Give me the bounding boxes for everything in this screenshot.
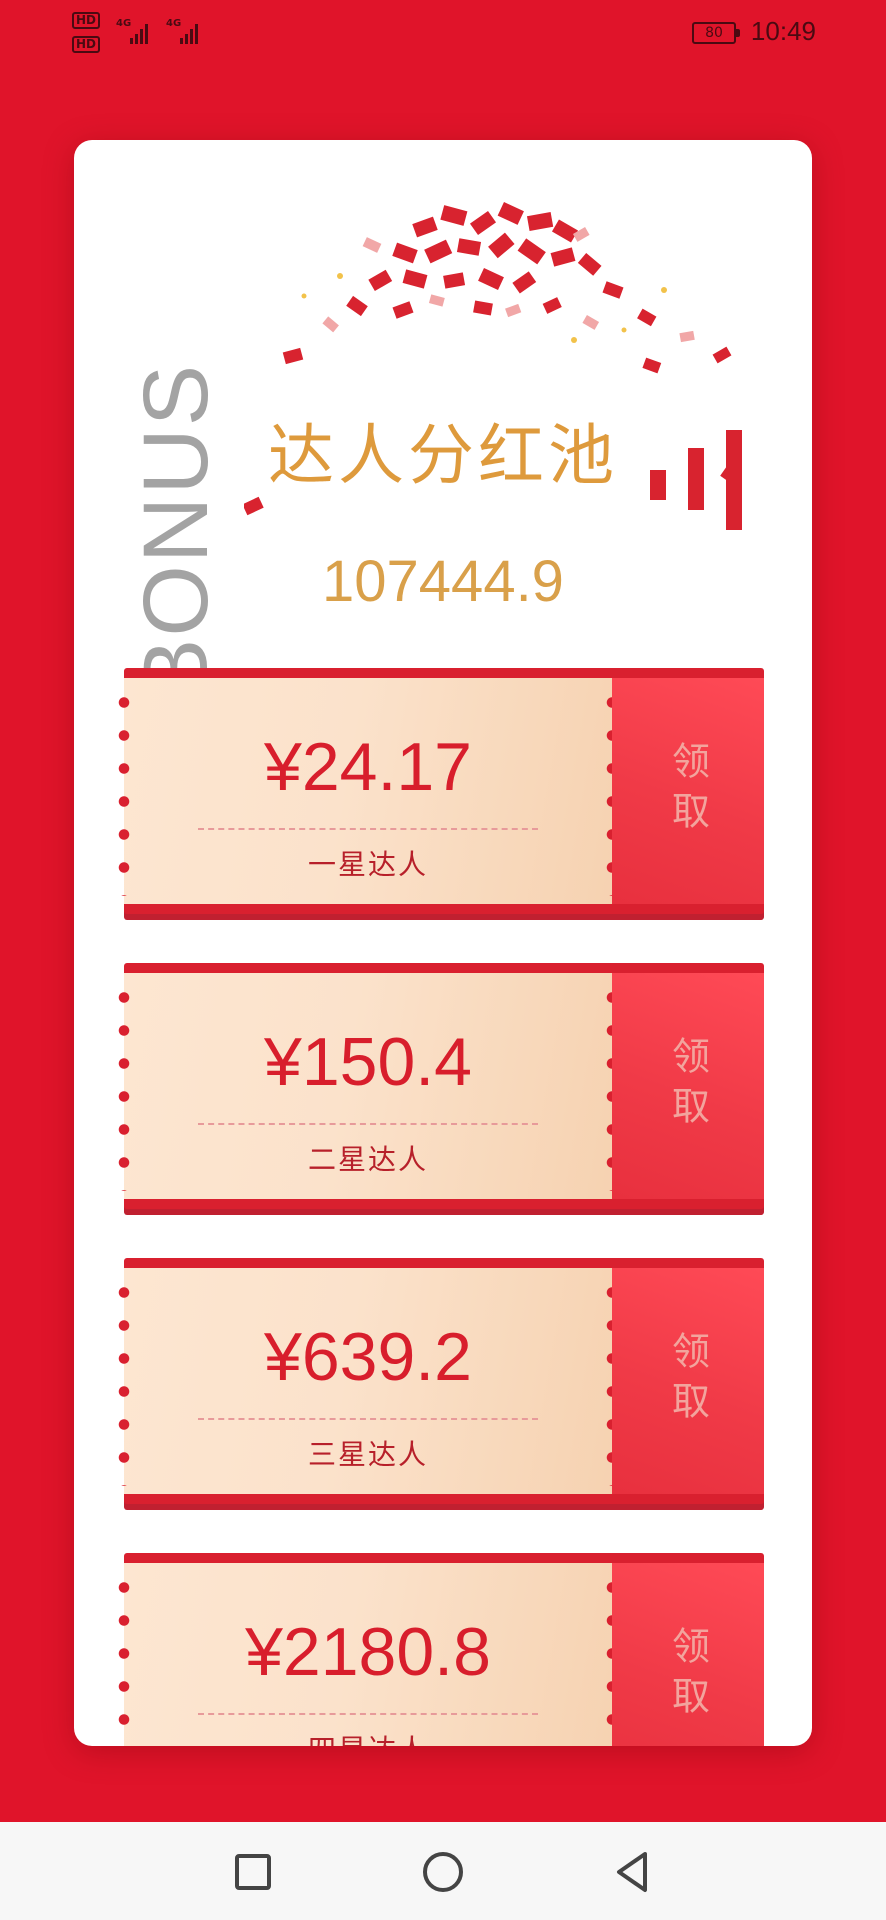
claim-button[interactable]: 领取 xyxy=(612,678,764,904)
coupon-amount: ¥639.2 xyxy=(264,1319,472,1395)
coupon-divider xyxy=(198,828,538,830)
claim-button[interactable]: 领取 xyxy=(612,1563,764,1746)
signal-group: HD HD 4G 4G xyxy=(72,10,222,60)
coupon-divider xyxy=(198,1123,538,1125)
network-type: 4G xyxy=(166,18,182,29)
coupon-card: ¥24.17 一星达人 领取 xyxy=(118,668,764,914)
bonus-pool-card: BONUS 达人分红池 107444.9 ¥24.17 一星达人 领取 ¥150… xyxy=(74,140,812,1746)
claim-label: 领取 xyxy=(665,741,710,841)
pool-amount: 107444.9 xyxy=(322,549,564,614)
coupon-card: ¥150.4 二星达人 领取 xyxy=(118,963,764,1209)
claim-label: 领取 xyxy=(665,1626,710,1726)
coupon-body: ¥24.17 一星达人 xyxy=(118,678,618,904)
coupon-amount: ¥24.17 xyxy=(264,729,472,805)
claim-button[interactable]: 领取 xyxy=(612,973,764,1199)
square-recent-apps-icon[interactable] xyxy=(225,1844,281,1900)
coupon-divider xyxy=(198,1418,538,1420)
coupon-level: 一星达人 xyxy=(307,848,428,881)
coupon-amount: ¥2180.8 xyxy=(245,1614,491,1690)
network-type: 4G xyxy=(116,18,132,29)
coupon-body: ¥639.2 三星达人 xyxy=(118,1268,618,1494)
battery-icon: 80 xyxy=(692,22,740,44)
triangle-back-icon[interactable] xyxy=(605,1844,661,1900)
bar-chart-decoration-icon xyxy=(650,430,742,530)
signal-strength-icon xyxy=(180,22,198,44)
coupon-card: ¥2180.8 四星达人 领取 xyxy=(118,1553,764,1746)
status-time: 10:49 xyxy=(750,16,816,46)
coupon-level: 三星达人 xyxy=(307,1438,428,1471)
claim-label: 领取 xyxy=(665,1036,710,1136)
coupon-body: ¥2180.8 四星达人 xyxy=(118,1563,618,1746)
hd-badge: HD xyxy=(72,12,101,29)
coupon-level: 四星达人 xyxy=(124,1728,612,1746)
coupon-body: ¥150.4 二星达人 xyxy=(118,973,618,1199)
system-nav-bar xyxy=(0,1822,886,1920)
coupon-card: ¥639.2 三星达人 领取 xyxy=(118,1258,764,1504)
coupon-level: 二星达人 xyxy=(307,1143,428,1176)
coupon-amount: ¥150.4 xyxy=(264,1024,472,1100)
claim-button[interactable]: 领取 xyxy=(612,1268,764,1494)
claim-label: 领取 xyxy=(665,1331,710,1431)
signal-strength-icon xyxy=(130,22,148,44)
circle-home-icon[interactable] xyxy=(415,1844,471,1900)
coupon-divider xyxy=(198,1713,538,1715)
hd-badge: HD xyxy=(72,36,101,53)
coupon-list: ¥24.17 一星达人 领取 ¥150.4 二星达人 领取 ¥639.2 三星达… xyxy=(118,668,764,1746)
status-bar: HD HD 4G 4G 80 10:49 xyxy=(0,0,886,66)
